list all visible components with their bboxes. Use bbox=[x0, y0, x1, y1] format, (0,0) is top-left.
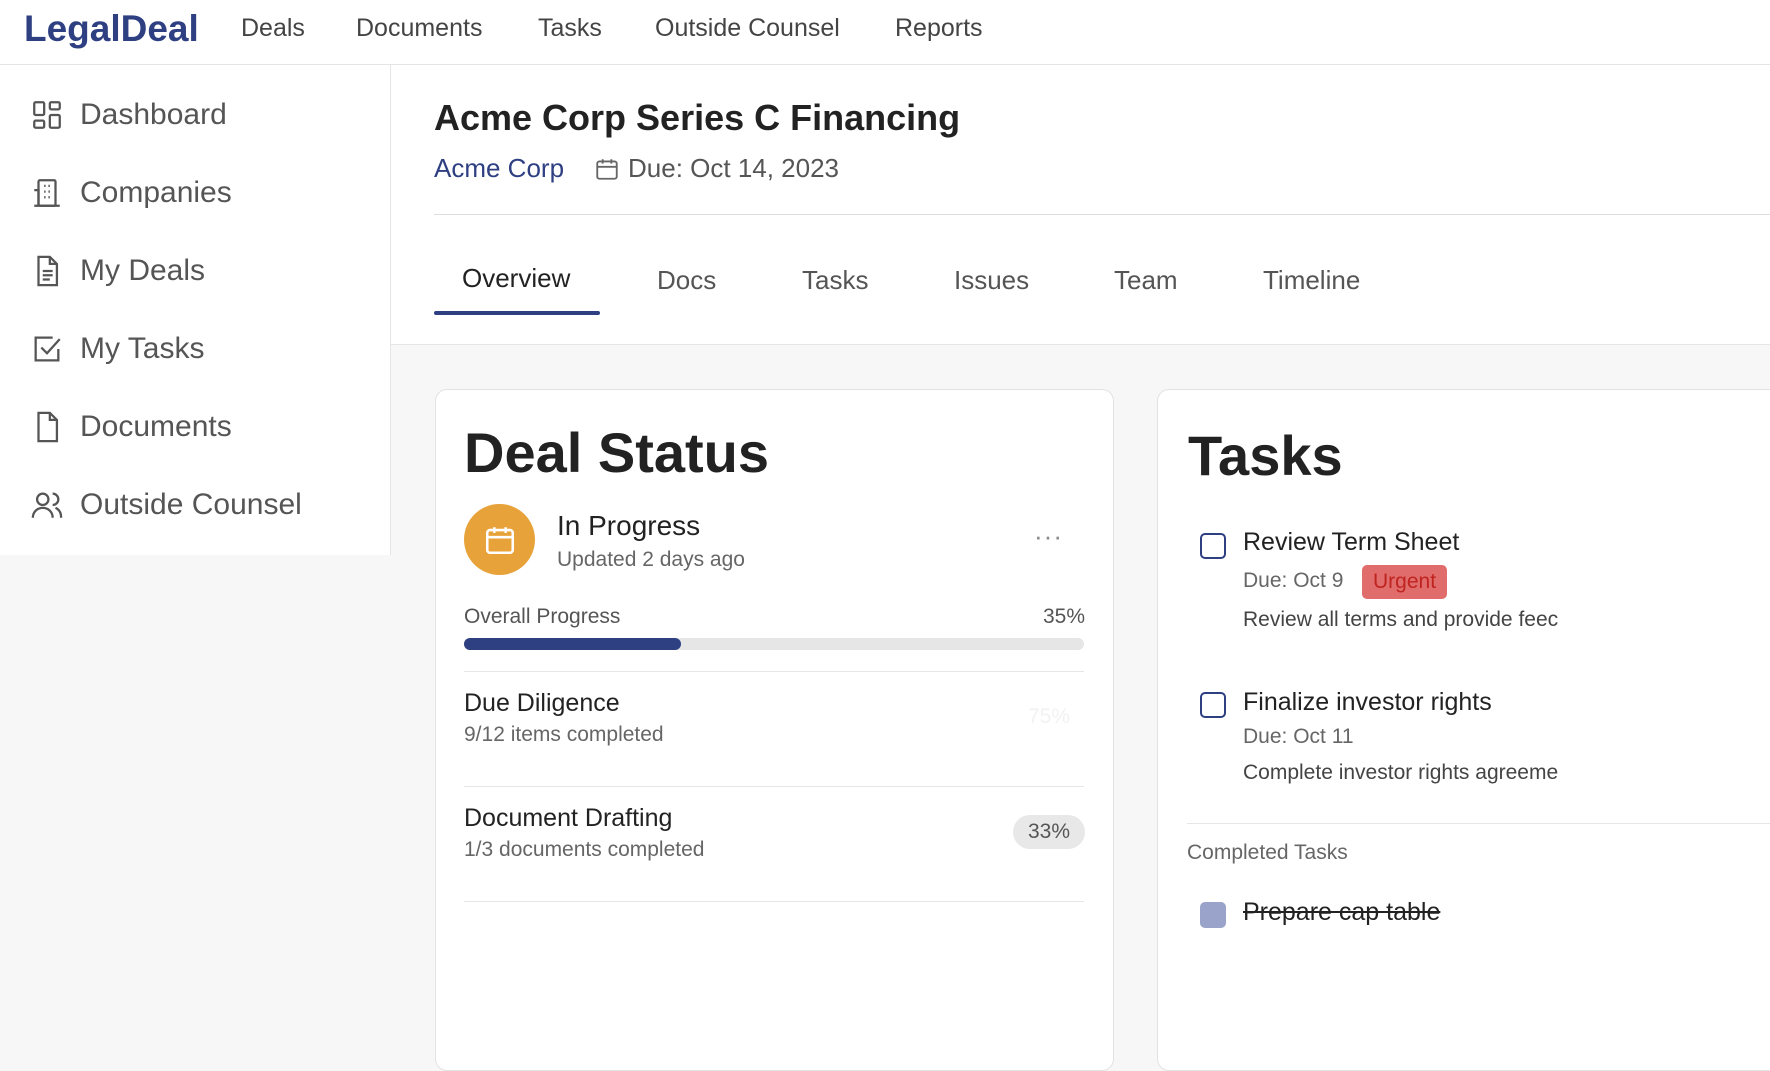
task-due: Due: Oct 11 bbox=[1243, 725, 1354, 748]
page-title: Acme Corp Series C Financing bbox=[434, 97, 961, 138]
task-checkbox[interactable] bbox=[1200, 692, 1226, 718]
task-description: Review all terms and provide feec bbox=[1243, 608, 1559, 631]
sidebar-item-label: My Tasks bbox=[80, 332, 205, 365]
due-date-text: Due: Oct 14, 2023 bbox=[628, 153, 840, 183]
divider bbox=[464, 786, 1084, 787]
topnav-tasks[interactable]: Tasks bbox=[538, 14, 602, 43]
tab-docs[interactable]: Docs bbox=[657, 265, 716, 296]
status-updated: Updated 2 days ago bbox=[557, 548, 745, 571]
task-due: Due: Oct 9 bbox=[1243, 569, 1344, 592]
urgent-badge: Urgent bbox=[1362, 565, 1448, 599]
progress-bar-fill bbox=[464, 638, 681, 650]
tab-timeline[interactable]: Timeline bbox=[1263, 265, 1360, 296]
company-link[interactable]: Acme Corp bbox=[434, 153, 564, 184]
sidebar-item-my-deals[interactable]: My Deals bbox=[30, 251, 205, 291]
phase-title: Document Drafting bbox=[464, 804, 673, 832]
card-title: Deal Status bbox=[464, 421, 769, 484]
sidebar-item-label: My Deals bbox=[80, 254, 206, 287]
progress-bar bbox=[464, 638, 1084, 650]
progress-value: 35% bbox=[1042, 605, 1085, 628]
tab-team[interactable]: Team bbox=[1114, 265, 1178, 296]
tab-overview[interactable]: Overview bbox=[462, 263, 570, 294]
task-checkbox[interactable] bbox=[1200, 533, 1226, 559]
calendar-icon bbox=[485, 526, 514, 554]
sidebar-item-my-tasks[interactable]: My Tasks bbox=[30, 329, 204, 369]
status-indicator bbox=[464, 504, 535, 575]
top-navbar: LegalDeal Deals Documents Tasks Outside … bbox=[0, 0, 1770, 65]
sidebar: Dashboard Companies My Deals My Tasks Do… bbox=[0, 65, 391, 555]
due-date: Due: Oct 14, 2023 bbox=[594, 153, 839, 184]
sidebar-item-companies[interactable]: Companies bbox=[30, 173, 232, 213]
sidebar-item-documents[interactable]: Documents bbox=[30, 407, 232, 447]
topnav-deals[interactable]: Deals bbox=[241, 14, 305, 43]
completed-tasks-heading: Completed Tasks bbox=[1187, 841, 1348, 864]
tasks-card: Tasks Review Term Sheet Due: Oct 9 Urgen… bbox=[1157, 389, 1770, 1071]
topnav-outside-counsel[interactable]: Outside Counsel bbox=[655, 14, 840, 43]
divider bbox=[434, 214, 1770, 215]
app-logo[interactable]: LegalDeal bbox=[24, 8, 199, 50]
sidebar-item-outside-counsel[interactable]: Outside Counsel bbox=[30, 485, 302, 525]
tab-tasks[interactable]: Tasks bbox=[802, 265, 868, 296]
progress-label: Overall Progress bbox=[464, 605, 621, 628]
phase-subtitle: 1/3 documents completed bbox=[464, 838, 705, 861]
completed-task-title: Prepare cap table bbox=[1243, 898, 1441, 926]
more-options-button[interactable]: ··· bbox=[1034, 521, 1063, 552]
dashboard-icon bbox=[33, 101, 61, 129]
divider bbox=[464, 671, 1084, 672]
topnav-documents[interactable]: Documents bbox=[356, 14, 482, 43]
phase-title: Due Diligence bbox=[464, 689, 620, 717]
tab-issues[interactable]: Issues bbox=[954, 265, 1029, 296]
task-description: Complete investor rights agreeme bbox=[1243, 761, 1559, 784]
divider bbox=[464, 901, 1084, 902]
task-checkbox-checked[interactable] bbox=[1200, 902, 1226, 928]
phase-percent-badge: 33% bbox=[1012, 815, 1085, 849]
task-title: Review Term Sheet bbox=[1243, 528, 1460, 556]
checkbox-icon bbox=[34, 336, 61, 362]
topnav-reports[interactable]: Reports bbox=[895, 14, 983, 43]
document-lines-icon bbox=[37, 255, 59, 287]
card-title: Tasks bbox=[1188, 424, 1343, 487]
sidebar-item-label: Dashboard bbox=[80, 98, 227, 131]
deal-status-card: Deal Status In Progress Updated 2 days a… bbox=[435, 389, 1114, 1071]
building-icon bbox=[34, 179, 60, 207]
sidebar-item-label: Companies bbox=[80, 176, 232, 209]
deal-header: Acme Corp Series C Financing Acme Corp D… bbox=[391, 65, 1770, 345]
status-label: In Progress bbox=[557, 510, 701, 541]
users-icon bbox=[31, 492, 63, 518]
phase-percent-badge: 75% bbox=[1027, 705, 1070, 728]
file-icon bbox=[37, 411, 59, 443]
calendar-icon bbox=[596, 158, 618, 180]
phase-subtitle: 9/12 items completed bbox=[464, 723, 664, 746]
sidebar-item-dashboard[interactable]: Dashboard bbox=[30, 95, 227, 135]
active-tab-indicator bbox=[434, 311, 600, 315]
sidebar-item-label: Documents bbox=[80, 410, 232, 443]
divider bbox=[1187, 823, 1770, 824]
task-title: Finalize investor rights bbox=[1243, 688, 1492, 716]
sidebar-item-label: Outside Counsel bbox=[80, 488, 302, 521]
